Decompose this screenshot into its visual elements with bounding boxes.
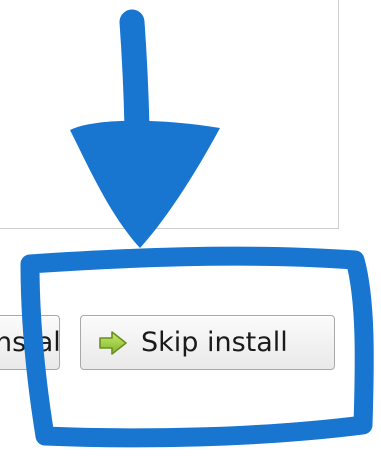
green-arrow-right-icon	[98, 330, 128, 355]
install-button[interactable]: Install	[0, 315, 60, 370]
skip-install-button[interactable]: Skip install	[80, 315, 335, 370]
content-panel	[0, 0, 339, 229]
skip-install-label: Skip install	[141, 327, 288, 358]
